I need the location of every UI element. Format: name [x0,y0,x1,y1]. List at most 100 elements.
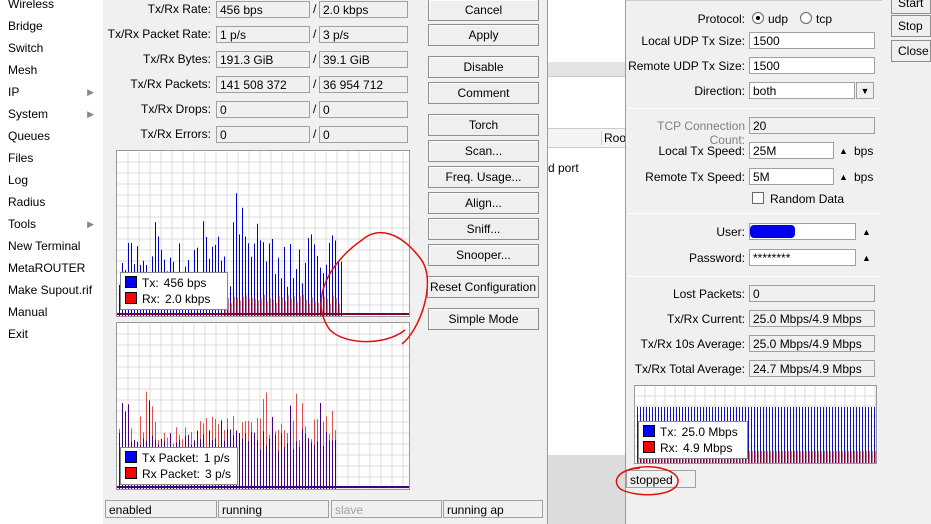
stat-tx-field[interactable]: 0 [216,126,310,143]
password-field[interactable]: ******** [749,249,856,266]
stat-separator: / [313,127,317,141]
bandwidth-test-window: Protocol: udp tcp Local UDP Tx Size: 1500 Rem… [625,0,882,524]
simple-mode-button[interactable]: Simple Mode [428,308,539,330]
reset-config-button[interactable]: Reset Configuration [427,276,539,298]
sniff-button[interactable]: Sniff... [428,218,539,240]
dropdown-arrow-icon[interactable]: ▼ [856,82,874,99]
menu-item-mesh[interactable]: Mesh [8,59,98,81]
legend-swatch-tx [643,425,655,437]
local-speed-label: Local Tx Speed: [658,144,745,158]
stat-rx-field[interactable]: 36 954 712 [319,76,408,93]
random-data-checkbox[interactable]: Random Data [752,192,844,206]
snooper-button[interactable]: Snooper... [428,244,539,266]
stat-separator: / [313,2,317,16]
menu-item-radius[interactable]: Radius [8,191,98,213]
stat-tx-field[interactable]: 456 bps [216,1,310,18]
menu-item-log[interactable]: Log [8,169,98,191]
freq-usage-button[interactable]: Freq. Usage... [428,166,539,188]
menu-item-new-terminal[interactable]: New Terminal [8,235,98,257]
background-empty-area [548,455,625,524]
radio-tcp[interactable] [800,12,813,24]
user-field[interactable] [749,223,856,240]
stat-rx-field[interactable]: 39.1 GiB [319,51,408,68]
user-label: User: [716,225,745,239]
total-label: Tx/Rx Total Average: [634,362,745,376]
remote-udp-field[interactable]: 1500 [749,57,875,74]
stat-label: Tx/Rx Bytes: [142,52,211,66]
menu-item-exit[interactable]: Exit [8,323,98,345]
menu-item-files[interactable]: Files [8,147,98,169]
lost-field[interactable]: 0 [749,285,875,302]
menu-item-bridge[interactable]: Bridge [8,15,98,37]
stat-tx-field[interactable]: 1 p/s [216,26,310,43]
menu-item-manual[interactable]: Manual [8,301,98,323]
direction-label: Direction: [694,84,745,98]
stat-rx-field[interactable]: 0 [319,126,408,143]
legend-swatch-rx [125,467,137,479]
triangle-up-icon[interactable]: ▲ [839,146,848,156]
stat-tx-field[interactable]: 191.3 GiB [216,51,310,68]
triangle-up-icon[interactable]: ▲ [862,227,871,237]
stat-rx-field[interactable]: 2.0 kbps [319,1,408,18]
local-udp-label: Local UDP Tx Size: [641,34,745,48]
stat-tx-field[interactable]: 141 508 372 [216,76,310,93]
menu-item-metarouter[interactable]: MetaROUTER [8,257,98,279]
apply-button[interactable]: Apply [428,24,539,46]
legend-row-tx: Tx: 456 bps [125,275,223,291]
interface-window: Tx/Rx Rate: 456 bps/2.0 kbps Tx/Rx Packet … [103,0,548,524]
stat-separator: / [313,77,317,91]
submenu-arrow-icon: ▶ [87,219,94,229]
legend-row-rx: Rx: 2.0 kbps [125,291,223,307]
traffic-legend: Tx: 456 bps Rx: 2.0 kbps [120,272,228,310]
radio-udp[interactable] [752,12,764,24]
stat-separator: / [313,27,317,41]
menu-item-label: Queues [8,129,51,143]
close-button[interactable]: Close [891,40,931,62]
list-row-text[interactable]: d port [548,161,579,175]
menu-item-make-supout-rif[interactable]: Make Supout.rif [8,279,98,301]
stat-rx-field[interactable]: 0 [319,101,408,118]
stat-label: Tx/Rx Drops: [140,102,211,116]
menu-item-label: Exit [8,327,29,341]
legend-value: 4.9 Mbps [683,441,733,455]
stop-button[interactable]: Stop [891,15,931,37]
current-label: Tx/Rx Current: [666,312,745,326]
stat-label: Tx/Rx Packets: [130,77,211,91]
avg10-field[interactable]: 25.0 Mbps/4.9 Mbps [749,335,875,352]
unit-label: bps [854,170,874,184]
stat-tx-field[interactable]: 0 [216,101,310,118]
torch-button[interactable]: Torch [428,114,539,136]
checkbox-box[interactable] [752,192,764,204]
local-speed-field[interactable]: 25M [749,142,834,159]
menu-item-queues[interactable]: Queues [8,125,98,147]
stat-rx-field[interactable]: 3 p/s [319,26,408,43]
tcp-count-field[interactable]: 20 [749,117,875,134]
menu-item-label: New Terminal [8,239,81,253]
menu-item-system[interactable]: System ▶ [8,103,98,125]
legend-row-tx: Tx: 25.0 Mbps [643,424,743,440]
menu-item-ip[interactable]: IP ▶ [8,81,98,103]
cancel-button[interactable]: Cancel [428,0,539,21]
menu-item-label: Bridge [8,19,43,33]
disable-button[interactable]: Disable [428,56,539,78]
menu-item-wireless[interactable]: Wireless [8,0,98,15]
start-button[interactable]: Start [891,0,931,14]
legend-value: 3 p/s [205,467,232,481]
menu-item-switch[interactable]: Switch [8,37,98,59]
scan-button[interactable]: Scan... [428,140,539,162]
triangle-up-icon[interactable]: ▲ [839,172,848,182]
direction-field[interactable]: both [749,82,855,99]
comment-button[interactable]: Comment [428,82,539,104]
random-data-label: Random Data [770,192,845,206]
stat-label: Tx/Rx Packet Rate: [107,27,211,41]
menu-item-tools[interactable]: Tools ▶ [8,213,98,235]
divider [628,108,880,109]
current-field[interactable]: 25.0 Mbps/4.9 Mbps [749,310,875,327]
remote-speed-field[interactable]: 5M [749,168,834,185]
total-field[interactable]: 24.7 Mbps/4.9 Mbps [749,360,875,377]
align-button[interactable]: Align... [428,192,539,214]
status-slave: slave [331,500,442,518]
local-udp-field[interactable]: 1500 [749,32,875,49]
triangle-up-icon[interactable]: ▲ [862,253,871,263]
menu-item-label: Radius [8,195,46,209]
